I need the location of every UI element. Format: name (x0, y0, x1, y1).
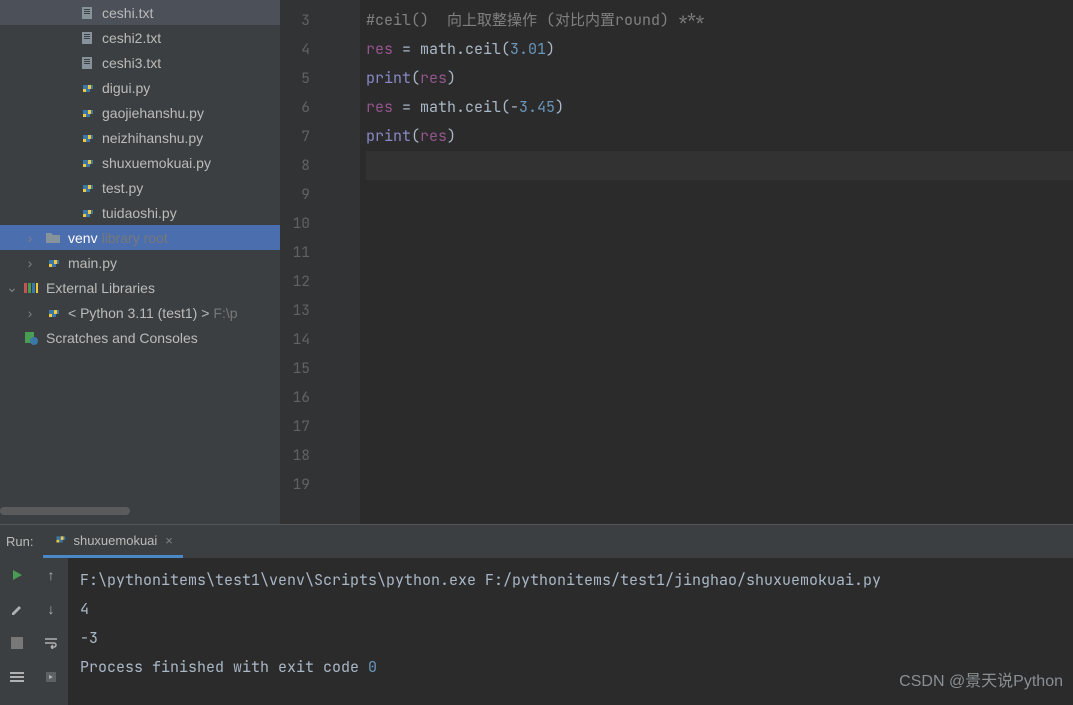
tree-file-digui[interactable]: digui.py (0, 75, 280, 100)
chevron-right-icon: › (22, 305, 38, 321)
tree-label: ceshi2.txt (102, 30, 161, 46)
python-file-icon (78, 104, 96, 122)
tree-file-ceshi3[interactable]: ceshi3.txt (0, 50, 280, 75)
up-arrow-icon[interactable]: ↑ (40, 564, 62, 586)
python-file-icon (78, 179, 96, 197)
tree-external-libraries[interactable]: ⌄ External Libraries (0, 275, 280, 300)
python-file-icon (78, 204, 96, 222)
scratches-icon (22, 329, 40, 347)
tree-path: F:\p (213, 305, 237, 321)
soft-wrap-icon[interactable] (40, 632, 62, 654)
run-toolbar-nav: ↑ ↓ (34, 558, 68, 705)
tree-python-env[interactable]: › < Python 3.11 (test1) > F:\p (0, 300, 280, 325)
console-exit: Process finished with exit code 0 (80, 653, 1061, 682)
tree-label: main.py (68, 255, 117, 271)
tree-file-ceshi2[interactable]: ceshi2.txt (0, 25, 280, 50)
tree-folder-venv[interactable]: › venv library root (0, 225, 280, 250)
library-icon (22, 279, 40, 297)
line-gutter[interactable]: 3456789 10111213141516171819 (280, 0, 324, 524)
current-line (366, 151, 1073, 180)
tree-label: gaojiehanshu.py (102, 105, 204, 121)
run-header: Run: shuxuemokuai × (0, 525, 1073, 558)
tree-file-main[interactable]: › main.py (0, 250, 280, 275)
python-icon (44, 304, 62, 322)
tree-label: ceshi.txt (102, 5, 153, 21)
python-file-icon (44, 254, 62, 272)
down-arrow-icon[interactable]: ↓ (40, 598, 62, 620)
tree-file-neizhi[interactable]: neizhihanshu.py (0, 125, 280, 150)
python-file-icon (53, 532, 67, 549)
console-cmd: F:\pythonitems\test1\venv\Scripts\python… (80, 566, 1061, 595)
chevron-right-icon: › (22, 255, 38, 271)
text-file-icon (78, 29, 96, 47)
scrollbar-thumb[interactable] (0, 507, 130, 515)
tree-label: ceshi3.txt (102, 55, 161, 71)
run-panel: Run: shuxuemokuai × ↑ ↓ F:\pythonitems\t… (0, 524, 1073, 705)
tree-label: digui.py (102, 80, 150, 96)
code-comment: #ceil() 向上取整操作 (对比内置round) *** (366, 10, 705, 30)
sidebar-scrollbar[interactable] (0, 505, 280, 517)
console-out: 4 (80, 595, 1061, 624)
tree-label: neizhihanshu.py (102, 130, 203, 146)
tree-file-test[interactable]: test.py (0, 175, 280, 200)
chevron-right-icon: › (22, 230, 38, 246)
console-output[interactable]: F:\pythonitems\test1\venv\Scripts\python… (68, 558, 1073, 705)
python-file-icon (78, 79, 96, 97)
tree-label: tuidaoshi.py (102, 205, 177, 221)
console-out: -3 (80, 624, 1061, 653)
tree-file-gaojie[interactable]: gaojiehanshu.py (0, 100, 280, 125)
run-toolbar-actions (0, 558, 34, 705)
tree-label: venv (68, 230, 98, 246)
python-file-icon (78, 129, 96, 147)
chevron-down-icon: ⌄ (4, 280, 20, 296)
tree-scratches[interactable]: Scratches and Consoles (0, 325, 280, 350)
tree-label: < Python 3.11 (test1) > (68, 305, 209, 321)
stop-button[interactable] (6, 632, 28, 654)
project-tree[interactable]: ceshi.txt ceshi2.txt ceshi3.txt digui.py… (0, 0, 280, 524)
tree-suffix: library root (102, 230, 168, 246)
scroll-to-end-icon[interactable] (40, 666, 62, 688)
text-file-icon (78, 54, 96, 72)
python-file-icon (78, 154, 96, 172)
run-tab[interactable]: shuxuemokuai × (43, 525, 182, 558)
tree-label: External Libraries (46, 280, 155, 296)
tree-label: test.py (102, 180, 143, 196)
rerun-button[interactable] (6, 564, 28, 586)
code-content[interactable]: #ceil() 向上取整操作 (对比内置round) *** res = mat… (360, 0, 1073, 524)
text-file-icon (78, 4, 96, 22)
code-editor[interactable]: 3456789 10111213141516171819 #ceil() 向上取… (280, 0, 1073, 524)
tree-file-tuidao[interactable]: tuidaoshi.py (0, 200, 280, 225)
tree-label: Scratches and Consoles (46, 330, 198, 346)
tree-file-shuxue[interactable]: shuxuemokuai.py (0, 150, 280, 175)
tree-file-ceshi[interactable]: ceshi.txt (0, 0, 280, 25)
folder-icon (44, 229, 62, 247)
run-label: Run: (6, 534, 33, 549)
layout-button[interactable] (6, 666, 28, 688)
settings-button[interactable] (6, 598, 28, 620)
tree-label: shuxuemokuai.py (102, 155, 211, 171)
run-tab-name: shuxuemokuai (73, 533, 157, 548)
close-tab-icon[interactable]: × (165, 533, 173, 548)
